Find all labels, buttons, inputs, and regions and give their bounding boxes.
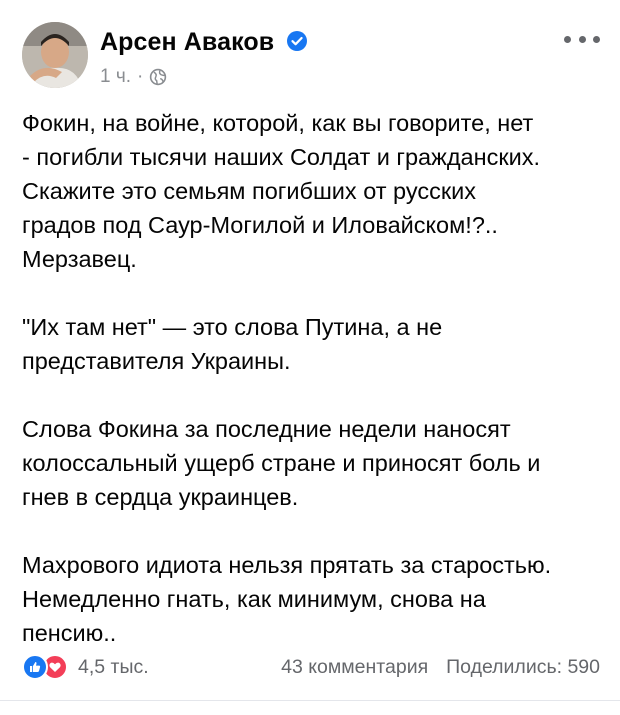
post-stats-bar: 4,5 тыс. 43 комментария Поделились: 590 bbox=[22, 652, 600, 682]
reaction-icons[interactable] bbox=[22, 654, 68, 680]
menu-dot bbox=[564, 35, 571, 43]
verified-badge-icon bbox=[287, 31, 308, 52]
meta-separator: · bbox=[137, 66, 144, 87]
post-timestamp[interactable]: 1 ч. bbox=[100, 66, 131, 88]
post-paragraph-1: Фокин, на войне, которой, как вы говорит… bbox=[22, 110, 541, 272]
post-meta: 1 ч. · bbox=[100, 66, 167, 88]
facebook-post: Арсен Аваков 1 ч. · Фокин, на войне, кот… bbox=[0, 0, 620, 715]
more-options-icon[interactable] bbox=[564, 32, 600, 46]
shares-count[interactable]: Поделились: 590 bbox=[446, 656, 600, 679]
menu-dot bbox=[578, 35, 586, 43]
post-paragraph-2: "Их там нет" — это слова Путина, а не пр… bbox=[22, 314, 443, 374]
menu-dot bbox=[593, 35, 600, 43]
author-name[interactable]: Арсен Аваков bbox=[100, 28, 274, 56]
comments-count[interactable]: 43 комментария bbox=[281, 656, 428, 679]
post-header: Арсен Аваков 1 ч. · bbox=[22, 22, 600, 96]
avatar[interactable] bbox=[22, 22, 88, 88]
globe-icon[interactable] bbox=[149, 68, 167, 86]
divider bbox=[0, 700, 620, 701]
avatar-image bbox=[22, 22, 88, 88]
post-text: Фокин, на войне, которой, как вы говорит… bbox=[22, 106, 612, 684]
reactions-count[interactable]: 4,5 тыс. bbox=[78, 656, 149, 679]
like-reaction-icon bbox=[22, 654, 48, 680]
post-paragraph-4: Махрового идиота нельзя прятать за старо… bbox=[22, 552, 552, 646]
post-paragraph-3: Слова Фокина за последние недели наносят… bbox=[22, 416, 541, 510]
author-name-row[interactable]: Арсен Аваков bbox=[100, 28, 308, 57]
